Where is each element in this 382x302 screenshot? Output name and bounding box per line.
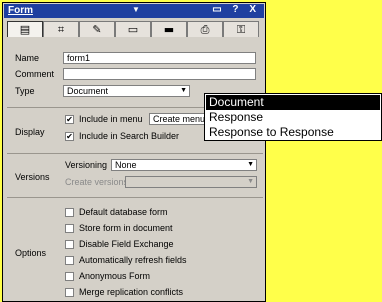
window-title: Form <box>8 5 33 16</box>
type-select[interactable]: Document ▼ <box>63 85 190 97</box>
display-label: Display <box>15 127 45 137</box>
merge-conflicts-checkbox[interactable] <box>65 288 74 297</box>
disable-field-exchange-checkbox[interactable] <box>65 240 74 249</box>
option-label: Store form in document <box>79 223 173 233</box>
option-label: Default database form <box>79 207 168 217</box>
create-versions-select: ▼ <box>125 176 257 188</box>
defaults-icon[interactable]: ▭ <box>115 21 151 37</box>
option-label: Merge replication conflicts <box>79 287 184 297</box>
options-label: Options <box>15 248 47 258</box>
store-form-checkbox[interactable] <box>65 224 74 233</box>
window-controls[interactable]: ▭ ? X <box>212 4 260 15</box>
print-icon[interactable]: ⎙ <box>187 21 223 37</box>
chevron-down-icon: ▼ <box>247 178 254 185</box>
options-section: Options Default database form Store form… <box>7 197 263 301</box>
versioning-value: None <box>115 160 137 170</box>
type-select-value: Document <box>67 86 109 96</box>
type-label: Type <box>15 86 35 96</box>
menu-option-value: Create menu <box>153 114 206 124</box>
include-in-menu-label: Include in menu <box>79 114 143 124</box>
name-field[interactable]: form1 <box>63 52 256 64</box>
versions-label: Versions <box>15 172 50 182</box>
printing-icon[interactable]: ▬ <box>151 21 187 37</box>
type-option-response[interactable]: Response <box>206 110 380 125</box>
include-in-menu-checkbox[interactable]: ✔ <box>65 115 74 124</box>
default-form-checkbox[interactable] <box>65 208 74 217</box>
title-bar[interactable]: Form ▼ ▭ ? X <box>4 4 264 18</box>
comment-field[interactable] <box>63 68 256 80</box>
versions-section: Versions Versioning None ▼ Create versio… <box>7 153 263 197</box>
form-properties-panel: Form ▼ ▭ ? X ▤ ⌗ ✎ ▭ ▬ ⎙ ⚿ Name form1 Co… <box>2 2 266 302</box>
anonymous-form-checkbox[interactable] <box>65 272 74 281</box>
launch-icon[interactable]: ✎ <box>79 21 115 37</box>
chevron-down-icon[interactable]: ▼ <box>247 160 254 170</box>
include-in-search-label: Include in Search Builder <box>79 131 180 141</box>
type-option-document[interactable]: Document <box>206 95 380 110</box>
tab-strip: ▤ ⌗ ✎ ▭ ▬ ⎙ ⚿ <box>7 21 261 38</box>
versioning-label: Versioning <box>65 160 108 170</box>
name-label: Name <box>15 53 40 63</box>
type-option-response-to-response[interactable]: Response to Response <box>206 125 380 140</box>
comment-label: Comment <box>15 69 55 79</box>
option-label: Anonymous Form <box>79 271 151 281</box>
fields-icon[interactable]: ⌗ <box>43 21 79 37</box>
option-label: Disable Field Exchange <box>79 239 174 249</box>
basics-icon[interactable]: ▤ <box>7 21 43 37</box>
create-versions-label: Create versions <box>65 177 129 187</box>
chevron-down-icon[interactable]: ▼ <box>180 86 187 96</box>
type-dropdown-list: Document Response Response to Response <box>204 93 382 141</box>
include-in-search-checkbox[interactable]: ✔ <box>65 132 74 141</box>
security-icon[interactable]: ⚿ <box>223 21 259 37</box>
chevron-down-icon[interactable]: ▼ <box>132 5 140 14</box>
versioning-select[interactable]: None ▼ <box>111 159 257 171</box>
option-label: Automatically refresh fields <box>79 255 187 265</box>
auto-refresh-checkbox[interactable] <box>65 256 74 265</box>
